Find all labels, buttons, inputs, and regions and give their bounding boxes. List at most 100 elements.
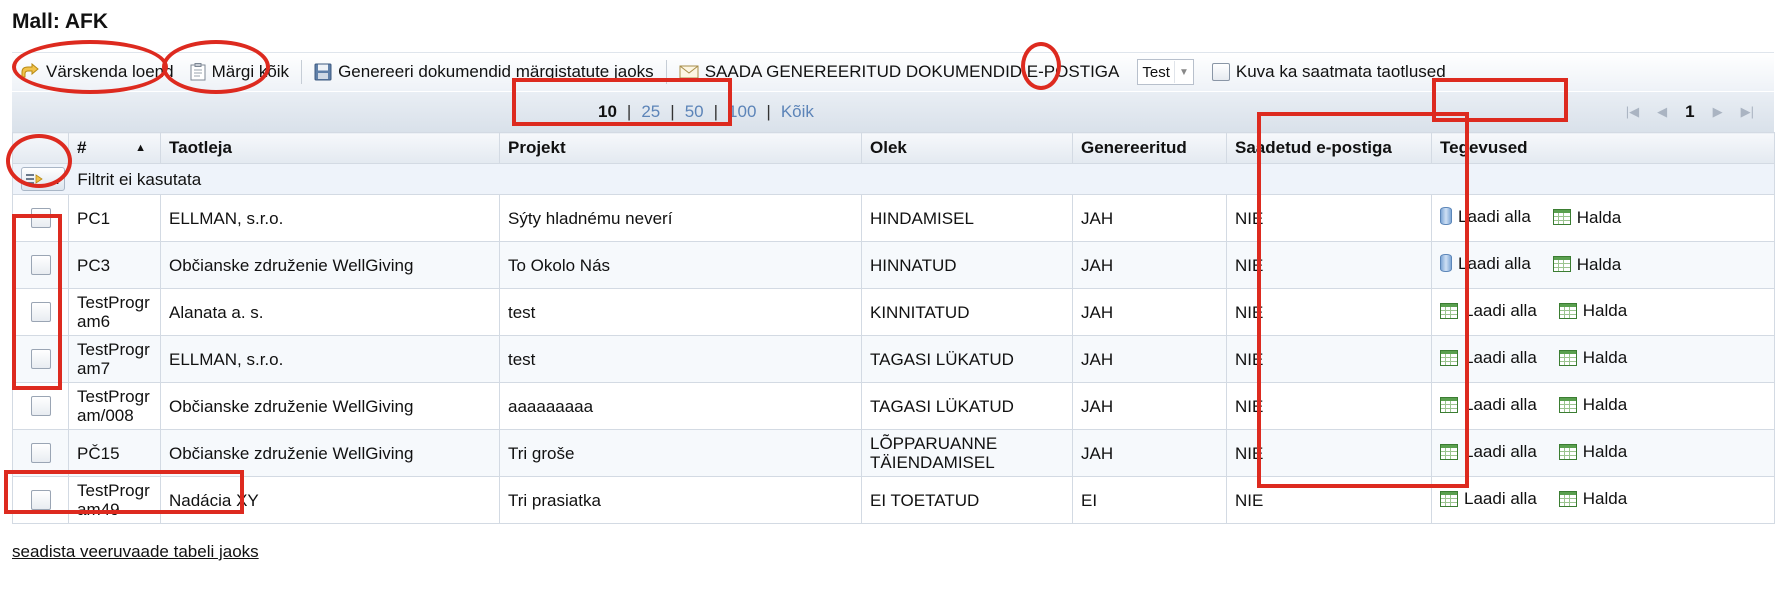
page-size-all[interactable]: Kõik <box>781 102 814 122</box>
download-action[interactable]: Laadi alla <box>1440 207 1531 226</box>
send-documents-email-button[interactable]: SAADA GENEREERITUD DOKUMENDID E-POSTIGA <box>671 56 1128 88</box>
cell-status: TAGASI LÜKATUD <box>861 335 1073 383</box>
cell-actions: Laadi alla Halda <box>1431 382 1775 430</box>
cell-status: TAGASI LÜKATUD <box>861 382 1073 430</box>
cell-id: TestProgram6 <box>68 288 161 336</box>
show-unsent-checkbox[interactable] <box>1211 63 1230 81</box>
column-header-id[interactable]: # ▲ <box>68 132 161 164</box>
generate-documents-button[interactable]: Genereeri dokumendid märgistatute jaoks <box>306 56 662 88</box>
cell-status: LÕPPARUANNE TÄIENDAMISEL <box>861 429 1073 477</box>
table-row: TestProgram/008 Občianske združenie WellG… <box>12 382 1775 430</box>
table-row: TestProgram49 Nadácia XY Tri prasiatka EI T… <box>12 476 1775 524</box>
table-row: TestProgram7 ELLMAN, s.r.o. test TAGASI LÜK… <box>12 335 1775 383</box>
row-select-checkbox[interactable] <box>30 208 51 228</box>
cell-status: HINDAMISEL <box>861 194 1073 242</box>
cell-actions: Laadi alla Halda <box>1431 429 1775 477</box>
table-row: PČ15 Občianske združenie WellGiving Tri gr… <box>12 429 1775 477</box>
spreadsheet-icon <box>1440 349 1458 366</box>
cell-sent-email: NIE <box>1226 194 1432 242</box>
manage-action[interactable]: Halda <box>1558 301 1627 320</box>
page-size-100[interactable]: 100 <box>728 102 756 122</box>
row-select-checkbox[interactable] <box>30 255 51 275</box>
spreadsheet-icon <box>1552 256 1571 273</box>
current-page: 1 <box>1685 102 1695 121</box>
cell-actions: Laadi alla Halda <box>1431 335 1775 383</box>
prev-page-icon[interactable]: ◀ <box>1657 104 1667 120</box>
spreadsheet-icon <box>1558 443 1577 460</box>
row-select-checkbox[interactable] <box>30 490 51 510</box>
applications-table: # ▲ Taotleja Projekt Olek Genereeritud Sa… <box>12 132 1775 524</box>
table-header-row: # ▲ Taotleja Projekt Olek Genereeritud Sa… <box>12 132 1775 164</box>
spreadsheet-icon <box>1558 302 1577 319</box>
column-header-applicant[interactable]: Taotleja <box>160 132 500 164</box>
cell-applicant: Nadácia XY <box>160 476 500 524</box>
column-header-sent-email[interactable]: Saadetud e-postiga <box>1226 132 1432 164</box>
cell-applicant: Alanata a. s. <box>160 288 500 336</box>
filter-row: ... Filtrit ei kasutata <box>12 163 1775 195</box>
manage-action[interactable]: Halda <box>1558 442 1627 461</box>
page-size-50[interactable]: 50 <box>685 102 704 122</box>
template-select[interactable]: Test ▼ <box>1137 59 1194 85</box>
cell-generated: JAH <box>1072 335 1227 383</box>
cell-id: PČ15 <box>68 429 161 477</box>
save-disk-icon <box>314 63 332 81</box>
row-select-checkbox[interactable] <box>30 443 51 463</box>
cell-sent-email: NIE <box>1226 335 1432 383</box>
manage-action[interactable]: Halda <box>1558 395 1627 414</box>
refresh-list-button[interactable]: Värskenda loend <box>12 56 182 88</box>
manage-action[interactable]: Halda <box>1552 255 1621 274</box>
row-select-checkbox[interactable] <box>30 302 51 322</box>
cell-sent-email: NIE <box>1226 476 1432 524</box>
download-action[interactable]: Laadi alla <box>1440 442 1537 461</box>
spreadsheet-icon <box>1558 396 1577 413</box>
page-size-10[interactable]: 10 <box>598 102 617 122</box>
column-header-status[interactable]: Olek <box>861 132 1073 164</box>
configure-column-view-link[interactable]: seadista veeruvaade tabeli jaoks <box>12 542 259 562</box>
manage-action[interactable]: Halda <box>1552 208 1621 227</box>
toolbar-divider <box>301 60 303 84</box>
column-header-actions: Tegevused <box>1431 132 1775 164</box>
show-unsent-label: Kuva ka saatmata taotlused <box>1235 62 1446 81</box>
spreadsheet-icon <box>1440 490 1458 507</box>
column-header-generated[interactable]: Genereeritud <box>1072 132 1227 164</box>
row-select-checkbox[interactable] <box>30 349 51 369</box>
cell-generated: JAH <box>1072 194 1227 242</box>
last-page-icon[interactable]: ▶| <box>1741 104 1754 120</box>
filter-status-text: Filtrit ei kasutata <box>77 170 202 189</box>
clipboard-icon <box>190 63 206 81</box>
download-action[interactable]: Laadi alla <box>1440 254 1531 273</box>
envelope-icon <box>679 65 699 79</box>
download-action[interactable]: Laadi alla <box>1440 489 1537 508</box>
mark-all-button[interactable]: Märgi kõik <box>182 56 297 88</box>
database-icon <box>1440 207 1452 226</box>
cell-sent-email: NIE <box>1226 288 1432 336</box>
page-size-25[interactable]: 25 <box>641 102 660 122</box>
first-page-icon[interactable]: |◀ <box>1626 104 1639 120</box>
mark-all-label: Märgi kõik <box>211 62 290 81</box>
download-action[interactable]: Laadi alla <box>1440 395 1537 414</box>
sort-ascending-icon: ▲ <box>135 142 146 154</box>
page-title: Mall: AFK <box>12 10 109 33</box>
cell-actions: Laadi alla Halda <box>1431 194 1775 242</box>
table-row: TestProgram6 Alanata a. s. test KINNITATUD J… <box>12 288 1775 336</box>
manage-action[interactable]: Halda <box>1558 348 1627 367</box>
toolbar: Värskenda loend Märgi kõik Genereeri dok… <box>12 52 1774 91</box>
cell-applicant: ELLMAN, s.r.o. <box>160 194 500 242</box>
cell-applicant: Občianske združenie WellGiving <box>160 429 500 477</box>
download-action[interactable]: Laadi alla <box>1440 348 1537 367</box>
next-page-icon[interactable]: ▶ <box>1713 104 1723 120</box>
cell-id: TestProgram49 <box>68 476 161 524</box>
row-select-checkbox[interactable] <box>30 396 51 416</box>
download-action[interactable]: Laadi alla <box>1440 301 1537 320</box>
cell-project: test <box>499 288 862 336</box>
cell-actions: Laadi alla Halda <box>1431 288 1775 336</box>
database-icon <box>1440 254 1452 273</box>
cell-status: KINNITATUD <box>861 288 1073 336</box>
filter-button[interactable]: ... <box>21 167 65 191</box>
pager-bar: 10 | 25 | 50 | 100 | Kõik |◀ ◀ 1 ▶ ▶| <box>12 92 1774 133</box>
chevron-down-icon[interactable]: ▼ <box>1173 61 1193 83</box>
column-header-project[interactable]: Projekt <box>499 132 862 164</box>
cell-applicant: Občianske združenie WellGiving <box>160 382 500 430</box>
template-select-value: Test <box>1142 63 1170 81</box>
manage-action[interactable]: Halda <box>1558 489 1627 508</box>
